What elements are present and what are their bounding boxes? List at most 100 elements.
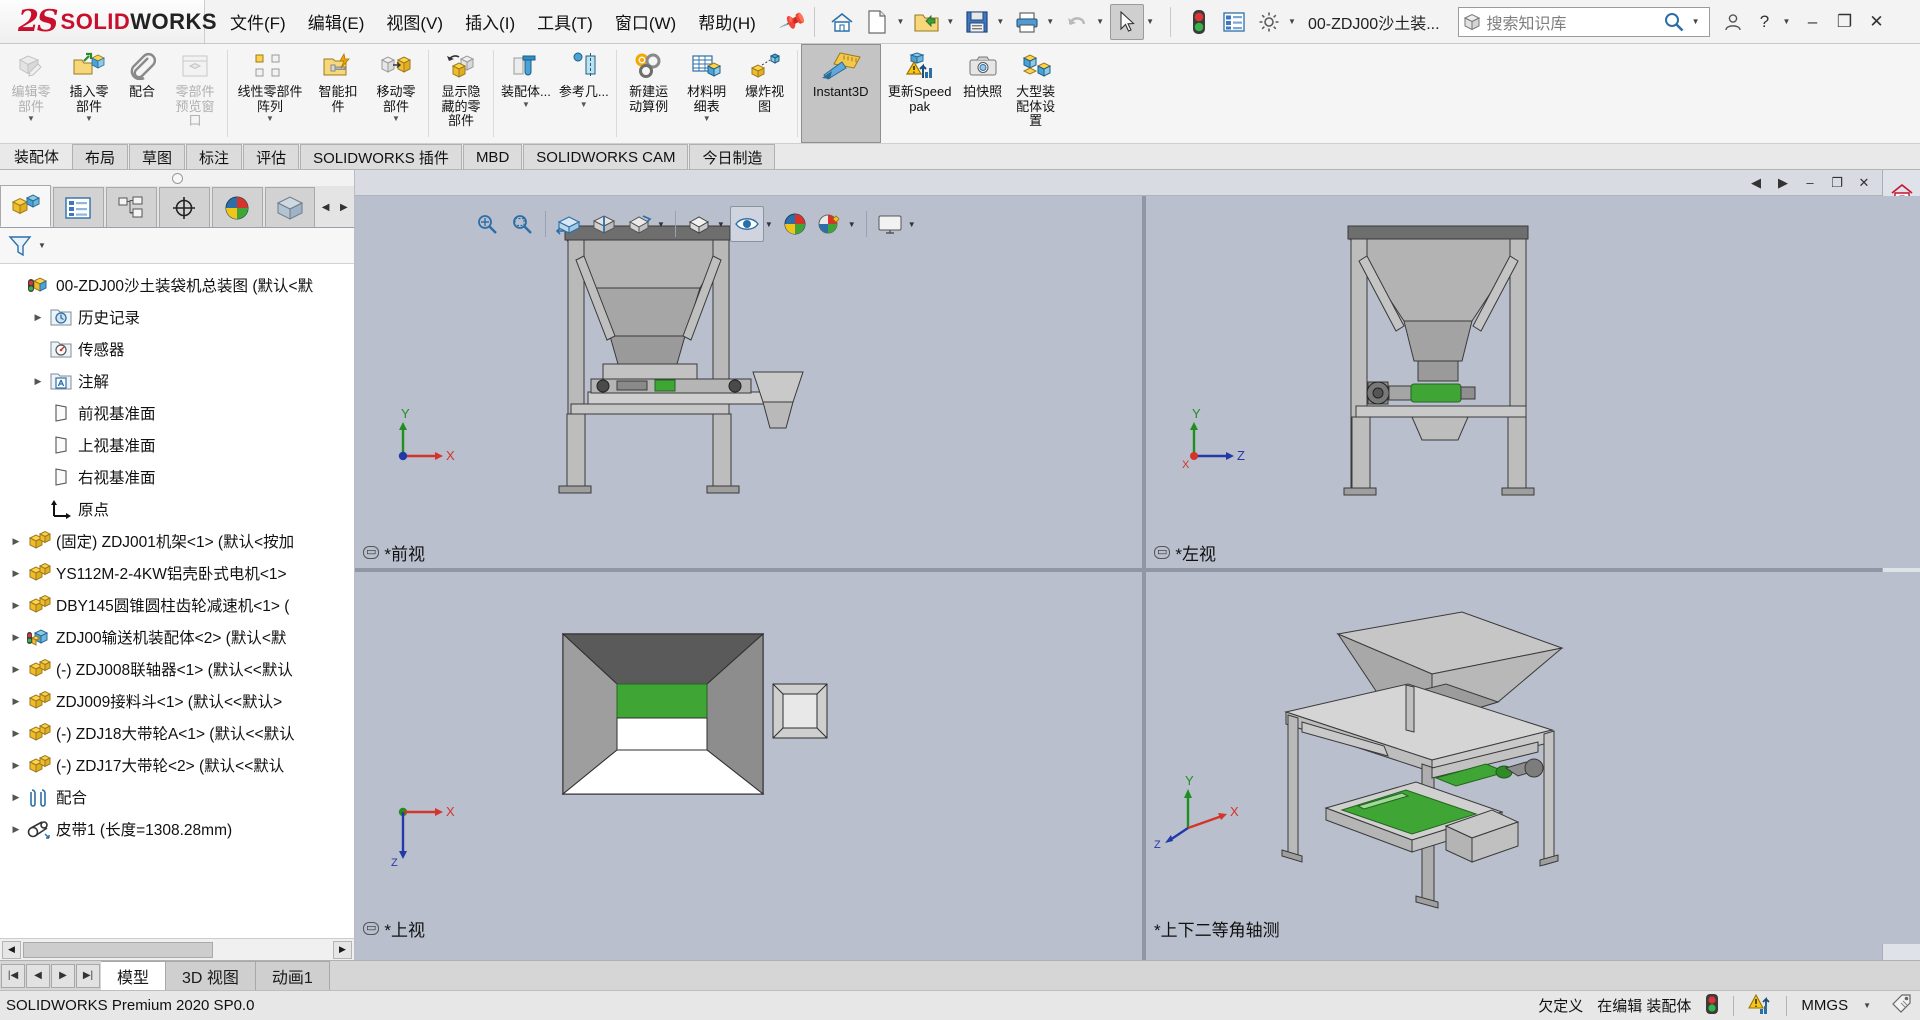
tree-top-plane[interactable]: 上视基准面 <box>0 429 354 461</box>
ribbon-component-preview[interactable]: 零部件预览窗口 <box>166 44 224 143</box>
bottom-tab-model[interactable]: 模型 <box>101 961 167 990</box>
save-icon[interactable] <box>960 4 994 40</box>
ribbon-mate[interactable]: 配合 <box>118 44 166 143</box>
viewport-divider-horizontal[interactable] <box>355 568 1882 572</box>
viewport-top[interactable]: X Z <box>355 572 1142 944</box>
expand-arrow[interactable]: ▶ <box>6 536 26 547</box>
tab-last-button[interactable]: ▶| <box>76 963 100 988</box>
search-icon[interactable] <box>1663 11 1685 33</box>
tab-layout[interactable]: 布局 <box>72 144 129 169</box>
chevron-down-icon[interactable]: ▼ <box>392 114 400 124</box>
bottom-tab-3dviews[interactable]: 3D 视图 <box>166 961 256 990</box>
tree-part-frame[interactable]: ▶ (固定) ZDJ001机架<1> (默认<按加 <box>0 525 354 557</box>
expand-arrow[interactable]: ▶ <box>28 312 48 323</box>
tab-mbd[interactable]: MBD <box>462 144 523 169</box>
scroll-left-button[interactable]: ◀ <box>2 940 21 959</box>
search-input[interactable]: 搜索知识库 <box>1487 10 1657 34</box>
tree-part-reducer[interactable]: ▶ DBY145圆锥圆柱齿轮减速机<1> ( <box>0 589 354 621</box>
menu-edit[interactable]: 编辑(E) <box>297 5 376 38</box>
expand-arrow[interactable]: ▶ <box>6 664 26 675</box>
chevron-down-icon[interactable]: ▼ <box>580 100 588 110</box>
print-dropdown-icon[interactable]: ▼ <box>1045 17 1059 26</box>
expand-arrow[interactable]: ▶ <box>6 824 26 835</box>
ribbon-take-snapshot[interactable]: 拍快照 <box>959 44 1007 143</box>
panel-grip[interactable] <box>0 170 354 186</box>
tree-part-hopper[interactable]: ▶ ZDJ009接料斗<1> (默认<<默认> <box>0 685 354 717</box>
ribbon-update-speedpak[interactable]: 更新Speedpak <box>881 44 959 143</box>
configuration-manager-tab[interactable] <box>105 187 157 227</box>
tab-sketch[interactable]: 草图 <box>129 144 186 169</box>
units-dropdown-icon[interactable]: ▼ <box>1862 1001 1876 1010</box>
search-knowledge-base[interactable]: 搜索知识库 ▼ <box>1457 6 1710 37</box>
zoom-to-area-icon[interactable] <box>505 206 539 242</box>
tab-assembly[interactable]: 装配体 <box>2 144 71 169</box>
new-document-icon[interactable] <box>860 4 894 40</box>
chevron-down-icon[interactable]: ▼ <box>27 114 35 124</box>
ribbon-smart-fasteners[interactable]: 智能扣件 <box>309 44 367 143</box>
expand-arrow[interactable]: ▶ <box>28 376 48 387</box>
rebuild-traffic-light-icon[interactable] <box>1705 993 1719 1019</box>
tree-part-motor[interactable]: ▶ YS112M-2-4KW铝壳卧式电机<1> <box>0 557 354 589</box>
tab-prev-button[interactable]: ◀ <box>26 963 50 988</box>
rebuild-traffic-light-icon[interactable] <box>1182 4 1216 40</box>
ribbon-linear-pattern[interactable]: 线性零部件阵列 ▼ <box>231 44 309 143</box>
menu-tools[interactable]: 工具(T) <box>526 5 604 38</box>
bottom-tab-animation1[interactable]: 动画1 <box>255 961 330 990</box>
dimxpert-manager-tab[interactable] <box>158 187 210 227</box>
tree-mates[interactable]: ▶ 配合 <box>0 781 354 813</box>
ribbon-show-hidden-components[interactable]: 显示隐藏的零部件 <box>432 44 490 143</box>
display-style-dropdown-icon[interactable]: ▼ <box>717 220 729 229</box>
expand-arrow[interactable]: ▶ <box>6 792 26 803</box>
filter-dropdown-icon[interactable]: ▼ <box>37 241 51 250</box>
menu-file[interactable]: 文件(F) <box>219 5 297 38</box>
doc-restore-button[interactable]: ❐ <box>1825 173 1849 193</box>
viewport-isometric[interactable]: Y X Z <box>1146 572 1920 944</box>
search-dropdown-icon[interactable]: ▼ <box>1691 17 1705 26</box>
menu-insert[interactable]: 插入(I) <box>454 5 526 38</box>
home-icon[interactable] <box>825 4 859 40</box>
tab-solidworks-cam[interactable]: SOLIDWORKS CAM <box>523 144 689 169</box>
chevron-down-icon[interactable]: ▼ <box>266 114 274 124</box>
ribbon-exploded-view[interactable]: 爆炸视图 <box>736 44 794 143</box>
expand-arrow[interactable]: ▶ <box>6 600 26 611</box>
options-list-icon[interactable] <box>1217 4 1251 40</box>
ribbon-assembly-features[interactable]: 装配体... ▼ <box>497 44 555 143</box>
chevron-down-icon[interactable]: ▼ <box>522 100 530 110</box>
zoom-to-fit-icon[interactable] <box>470 206 504 242</box>
feature-manager-tab[interactable] <box>0 185 51 227</box>
ribbon-insert-component[interactable]: 插入零部件 ▼ <box>60 44 118 143</box>
panel-grip-dot[interactable] <box>171 172 183 184</box>
display-manager-tab[interactable] <box>211 187 263 227</box>
menu-window[interactable]: 窗口(W) <box>604 5 687 38</box>
doc-prev-button[interactable]: ◀ <box>1744 173 1768 193</box>
view-settings-dropdown-icon[interactable]: ▼ <box>908 220 920 229</box>
tree-subassembly-conveyor[interactable]: ▶ ZDJ00输送机装配体<2> (默认<默 <box>0 621 354 653</box>
expand-arrow[interactable]: ▶ <box>6 568 26 579</box>
tree-horizontal-scrollbar[interactable]: ◀ ▶ <box>0 938 354 960</box>
scroll-right-button[interactable]: ▶ <box>333 940 352 959</box>
expand-arrow[interactable]: ▶ <box>6 728 26 739</box>
pin-icon[interactable]: 📌 <box>777 6 807 37</box>
display-style-icon[interactable] <box>682 206 716 242</box>
new-document-dropdown-icon[interactable]: ▼ <box>895 17 909 26</box>
tree-root[interactable]: 00-ZDJ00沙土装袋机总装图 (默认<默 <box>0 269 354 301</box>
user-icon[interactable] <box>1718 5 1748 39</box>
menu-help[interactable]: 帮助(H) <box>687 5 767 38</box>
ribbon-new-motion-study[interactable]: 新建运动算例 <box>620 44 678 143</box>
doc-close-button[interactable]: ✕ <box>1852 173 1876 193</box>
view-orientation-dropdown-icon[interactable]: ▼ <box>657 220 669 229</box>
property-manager-tab[interactable] <box>52 187 104 227</box>
viewport-divider-vertical[interactable] <box>1142 196 1146 960</box>
chevron-down-icon[interactable]: ▼ <box>703 114 711 124</box>
undo-icon[interactable] <box>1060 4 1094 40</box>
ribbon-edit-component[interactable]: 编辑零部件 ▼ <box>2 44 60 143</box>
tab-next-button[interactable]: ▶ <box>51 963 75 988</box>
expand-arrow[interactable]: ▶ <box>6 760 26 771</box>
hide-show-dropdown-icon[interactable]: ▼ <box>765 220 777 229</box>
tab-solidworks-addins[interactable]: SOLIDWORKS 插件 <box>300 144 462 169</box>
appearance-tab[interactable] <box>264 187 316 227</box>
minimize-button[interactable]: – <box>1797 5 1827 39</box>
tab-manufacturing-today[interactable]: 今日制造 <box>689 144 776 169</box>
warning-performance-icon[interactable] <box>1748 993 1772 1019</box>
scroll-thumb[interactable] <box>23 941 213 958</box>
